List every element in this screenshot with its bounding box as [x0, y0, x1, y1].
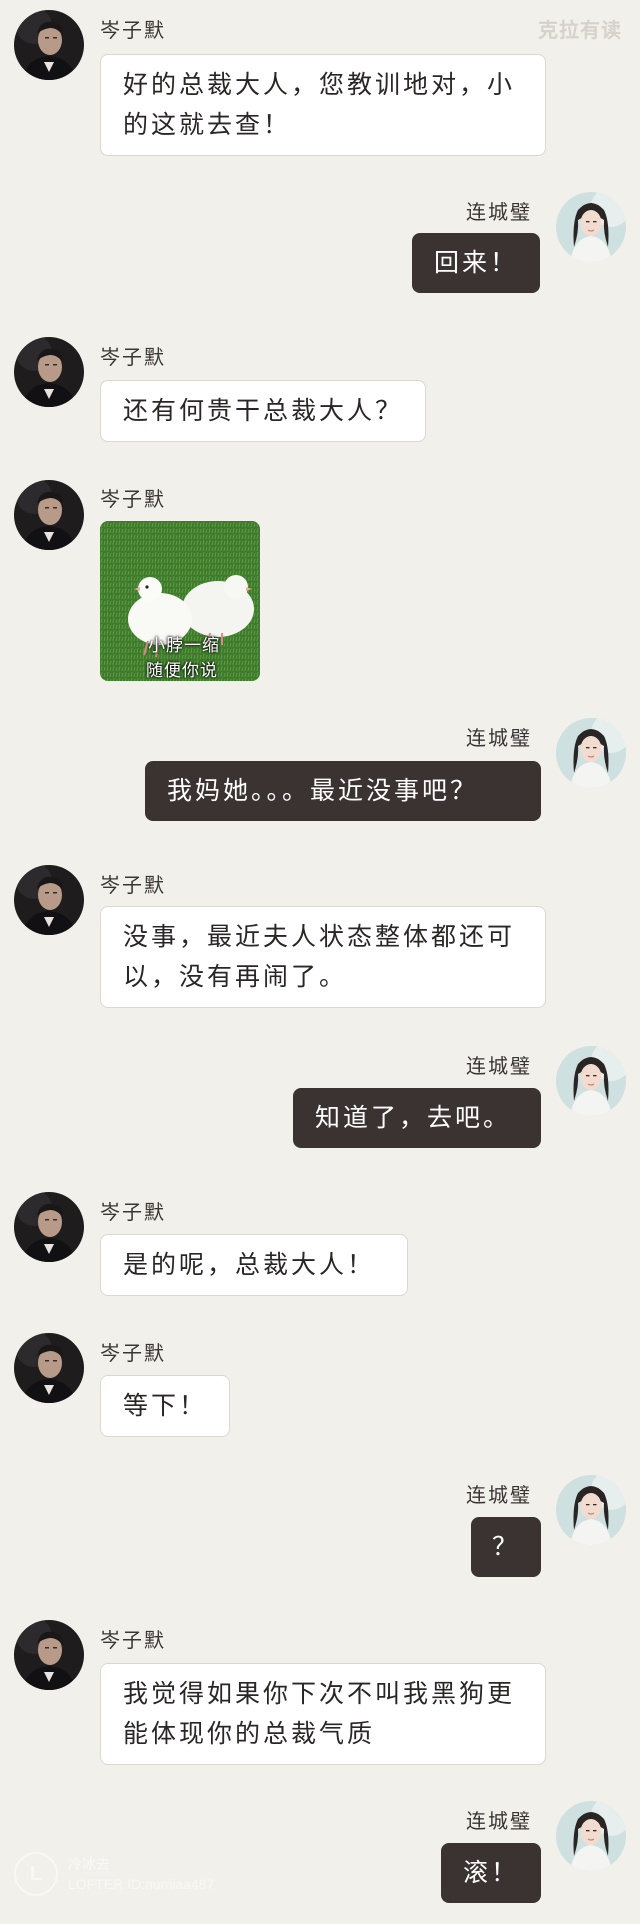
- sender-name: 岑子默: [100, 1628, 166, 1652]
- sender-name: 岑子默: [100, 1200, 166, 1224]
- sender-name: 连城璧: [466, 1483, 532, 1507]
- sticker-image[interactable]: 小脖一缩 随便你说: [100, 521, 260, 681]
- watermark-lofter-id: LOFTER ID:numiaa487: [68, 1876, 215, 1892]
- avatar-cen-zimo[interactable]: [14, 10, 84, 80]
- sender-name: 连城璧: [466, 1054, 532, 1078]
- sender-name: 岑子默: [100, 1341, 166, 1365]
- message-bubble[interactable]: 好的总裁大人，您教训地对，小的这就去查！: [100, 54, 546, 156]
- sender-name: 岑子默: [100, 487, 166, 511]
- avatar-cen-zimo[interactable]: [14, 1333, 84, 1403]
- message-bubble[interactable]: 是的呢，总裁大人！: [100, 1234, 408, 1296]
- sender-name: 岑子默: [100, 18, 166, 42]
- message-bubble[interactable]: 滚！: [441, 1843, 541, 1903]
- sender-name: 连城璧: [466, 200, 532, 224]
- message-bubble[interactable]: 还有何贵干总裁大人？: [100, 380, 427, 442]
- avatar-lian-chengbi[interactable]: [556, 1046, 626, 1116]
- avatar-cen-zimo[interactable]: [14, 865, 84, 935]
- avatar-lian-chengbi[interactable]: [556, 718, 626, 788]
- message-bubble[interactable]: 回来！: [412, 233, 541, 293]
- message-bubble[interactable]: 等下！: [100, 1375, 231, 1437]
- avatar-cen-zimo[interactable]: [14, 337, 84, 407]
- message-bubble[interactable]: 我妈她。。。最近没事吧？: [145, 761, 541, 821]
- avatar-lian-chengbi[interactable]: [556, 1801, 626, 1871]
- chat-screen: 克拉有读 岑子默 好的总裁大人，您教训地对，小的这就去查！ 连城璧 回来！ 岑子…: [0, 0, 640, 1924]
- lofter-watermark: L 冷冰去 LOFTER ID:numiaa487: [14, 1852, 214, 1896]
- sender-name: 连城璧: [466, 1809, 532, 1833]
- app-watermark: 克拉有读: [538, 20, 622, 42]
- avatar-lian-chengbi[interactable]: [556, 192, 626, 262]
- avatar-cen-zimo[interactable]: [14, 1620, 84, 1690]
- avatar-lian-chengbi[interactable]: [556, 1475, 626, 1545]
- lofter-logo-icon: L: [14, 1852, 58, 1896]
- watermark-author: 冷冰去: [68, 1856, 110, 1872]
- message-bubble[interactable]: ？: [471, 1517, 541, 1577]
- sender-name: 岑子默: [100, 873, 166, 897]
- avatar-cen-zimo[interactable]: [14, 1192, 84, 1262]
- sender-name: 连城璧: [466, 726, 532, 750]
- message-bubble[interactable]: 我觉得如果你下次不叫我黑狗更能体现你的总裁气质: [100, 1663, 546, 1765]
- message-bubble[interactable]: 知道了，去吧。: [293, 1088, 541, 1148]
- message-bubble[interactable]: 没事，最近夫人状态整体都还可以，没有再闹了。: [100, 906, 546, 1008]
- sticker-caption: 随便你说: [146, 661, 218, 680]
- avatar-cen-zimo[interactable]: [14, 480, 84, 550]
- sticker-caption: 小脖一缩: [148, 636, 220, 655]
- sender-name: 岑子默: [100, 345, 166, 369]
